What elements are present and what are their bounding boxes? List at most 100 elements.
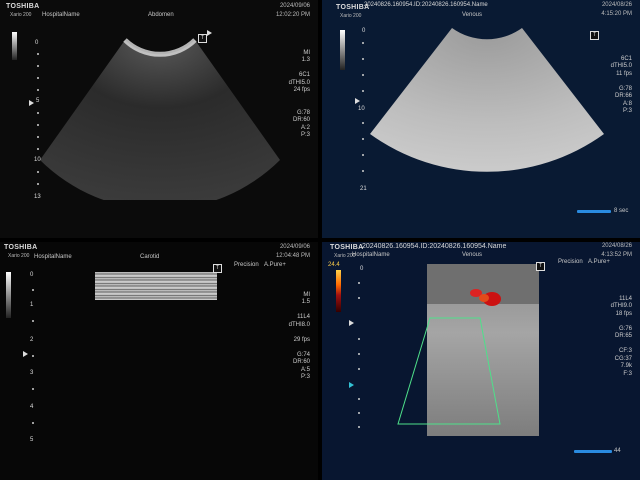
depth-label: 0 — [35, 40, 39, 46]
depth-label: 1 — [30, 302, 34, 308]
grayscale-bar — [6, 272, 11, 318]
carotid-panel: TOSHIBA Xario 200 HospitalName Carotid 2… — [0, 242, 318, 480]
imaging-parameters: MI 1.3 6C1 dTHI5.0 24 fps G:78 DR:60 A:2… — [288, 49, 310, 139]
exam-date: 2024/08/26 — [601, 2, 632, 8]
depth-tick — [358, 282, 360, 284]
focus-position-icon — [355, 98, 360, 104]
focus-marker-icon: T — [536, 262, 545, 271]
grayscale-bar — [12, 32, 17, 60]
mode-precision: Precision — [558, 259, 583, 265]
depth-tick — [37, 65, 39, 67]
imaging-parameters: 11L4 dTHI9.0 18 fps G:76 DR:65 CF:3 CG:3… — [610, 295, 632, 377]
exam-time: 12:02:20 PM — [275, 12, 310, 18]
depth-tick — [37, 183, 39, 185]
depth-label: 2 — [30, 337, 34, 343]
velocity-scale-top: 24.4 — [328, 262, 340, 268]
depth-tick — [362, 138, 364, 140]
grayscale-bar — [340, 30, 345, 70]
exam-date: 2024/09/06 — [279, 3, 310, 9]
exam-type: Venous — [462, 12, 483, 18]
linear-image-strip — [95, 272, 217, 300]
focus-position-icon — [29, 100, 34, 106]
sector-image — [370, 28, 604, 172]
depth-tick — [362, 170, 364, 172]
exam-time: 4:15:20 PM — [601, 11, 632, 17]
depth-tick — [32, 388, 34, 390]
depth-tick — [362, 122, 364, 124]
mode-precision: Precision — [234, 262, 259, 268]
depth-tick — [37, 171, 39, 173]
depth-tick — [362, 42, 364, 44]
model-name: Xario 200 — [8, 253, 30, 259]
depth-tick — [358, 398, 360, 400]
depth-label: 3 — [30, 370, 34, 376]
cine-length: 44 — [614, 448, 621, 454]
depth-tick — [362, 74, 364, 76]
model-name: Xario 200 — [340, 13, 362, 19]
depth-label: 10 — [34, 157, 41, 163]
depth-tick — [37, 112, 39, 114]
depth-label: 0 — [30, 272, 34, 278]
depth-tick — [358, 368, 360, 370]
cine-progress-bar — [577, 210, 611, 213]
focus-position-icon — [23, 351, 28, 357]
depth-tick — [358, 353, 360, 355]
patient-id: 20240826.160954.ID:20240826.160954.Name — [362, 243, 507, 250]
depth-tick — [358, 338, 360, 340]
depth-tick — [358, 426, 360, 428]
depth-tick — [32, 320, 34, 322]
imaging-parameters: 6C1 dTHI5.0 11 fps G:78 DR:66 A:8 P:3 — [610, 55, 632, 115]
depth-tick — [32, 355, 34, 357]
exam-date: 2024/08/26 — [601, 243, 632, 249]
depth-tick — [32, 422, 34, 424]
focus-position-icon — [349, 320, 354, 326]
depth-label: 4 — [30, 404, 34, 410]
exam-date: 2024/09/06 — [279, 244, 310, 250]
focus-marker-icon: T — [590, 31, 599, 40]
depth-tick — [358, 297, 360, 299]
imaging-parameters: MI 1.5 11L4 dTHI8.0 29 fps G:74 DR:60 A:… — [288, 291, 310, 381]
depth-tick — [362, 90, 364, 92]
color-focus-icon — [349, 382, 354, 388]
depth-tick — [37, 136, 39, 138]
hospital-name: HospitalName — [42, 12, 80, 18]
depth-label: 5 — [30, 437, 34, 443]
venous-curved-panel: TOSHIBA Xario 200 20240826.160954.ID:202… — [322, 0, 640, 238]
depth-tick — [358, 412, 360, 414]
focus-marker-icon: T — [198, 34, 207, 43]
color-velocity-bar — [336, 270, 341, 312]
mode-apure: A.Pure+ — [264, 262, 286, 268]
exam-time: 4:13:52 PM — [601, 252, 632, 258]
hospital-name: HospitalName — [352, 252, 390, 258]
exam-type: Carotid — [140, 254, 160, 260]
hospital-name: HospitalName — [34, 254, 72, 260]
focus-arrow-icon — [207, 30, 212, 36]
exam-type: Venous — [462, 252, 483, 258]
depth-tick — [362, 58, 364, 60]
depth-label: 10 — [358, 106, 365, 112]
depth-label: 13 — [34, 194, 41, 200]
depth-label: 21 — [360, 186, 367, 192]
venous-doppler-panel: TOSHIBA Xario 200 20240826.160954.ID:202… — [322, 242, 640, 480]
depth-tick — [37, 89, 39, 91]
color-flow-signal — [470, 289, 501, 306]
depth-tick — [37, 124, 39, 126]
brand-logo: TOSHIBA — [330, 244, 364, 251]
depth-tick — [362, 154, 364, 156]
cine-progress-bar — [574, 450, 612, 453]
depth-tick — [37, 148, 39, 150]
depth-tick — [37, 53, 39, 55]
abdomen-panel: TOSHIBA Xario 200 HospitalName Abdomen 2… — [0, 0, 318, 238]
depth-label: 0 — [360, 266, 364, 272]
cine-length: 8 sec — [614, 208, 629, 214]
depth-label: 0 — [362, 28, 366, 34]
brand-logo: TOSHIBA — [4, 244, 38, 251]
mode-apure: A.Pure+ — [588, 259, 610, 265]
model-name: Xario 200 — [10, 12, 32, 18]
doppler-box — [397, 317, 501, 425]
depth-tick — [32, 289, 34, 291]
sector-image — [40, 38, 280, 200]
focus-marker-icon: T — [213, 264, 222, 273]
depth-label: 5 — [36, 98, 40, 104]
exam-type: Abdomen — [148, 12, 174, 18]
